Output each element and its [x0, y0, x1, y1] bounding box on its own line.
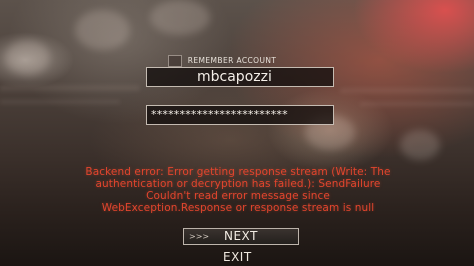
- remember-account-option[interactable]: REMEMBER ACCOUNT: [168, 55, 276, 67]
- remember-account-label: REMEMBER ACCOUNT: [187, 56, 277, 65]
- error-message: Backend error: Error getting response st…: [28, 166, 448, 214]
- background-light: [400, 130, 440, 160]
- error-line: Couldn't read error message since: [146, 190, 330, 202]
- username-field[interactable]: mbcapozzi: [146, 67, 334, 87]
- username-value: mbcapozzi: [197, 69, 272, 85]
- background-stripe: [360, 102, 474, 106]
- next-button[interactable]: >>> NEXT: [183, 228, 299, 245]
- background-light: [5, 40, 50, 75]
- error-line: authentication or decryption has failed.…: [95, 178, 381, 190]
- background-stripe: [0, 100, 120, 104]
- password-field[interactable]: ************************: [146, 105, 334, 125]
- error-line: Backend error: Error getting response st…: [85, 166, 391, 178]
- game-login-screen: REMEMBER ACCOUNT mbcapozzi *************…: [0, 0, 474, 266]
- exit-button[interactable]: EXIT: [223, 250, 252, 264]
- background-stripe: [0, 85, 140, 91]
- error-line: WebException.Response or response stream…: [101, 202, 375, 214]
- background-light: [75, 10, 130, 50]
- next-button-label: NEXT: [224, 229, 258, 243]
- background-light: [150, 0, 210, 35]
- background-stripe: [340, 88, 474, 93]
- chevrons-right-icon: >>>: [189, 232, 210, 241]
- remember-account-checkbox[interactable]: [168, 55, 182, 67]
- password-value: ************************: [151, 108, 288, 121]
